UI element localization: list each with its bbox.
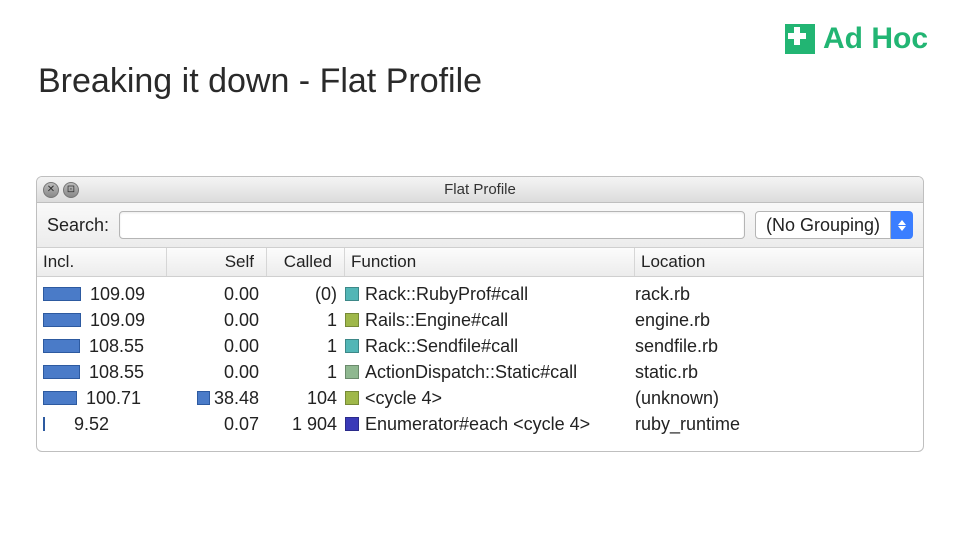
self-value: 0.00 — [224, 336, 259, 357]
cell-incl: 108.55 — [43, 336, 167, 357]
cell-incl: 109.09 — [43, 284, 167, 305]
incl-bar-icon — [43, 391, 77, 405]
self-value: 0.00 — [224, 284, 259, 305]
brand-name: Ad Hoc — [823, 22, 928, 56]
incl-value: 108.55 — [84, 336, 144, 357]
col-header-location[interactable]: Location — [635, 248, 923, 276]
cell-called: 1 904 — [267, 414, 345, 435]
table-row[interactable]: 108.55 0.00 1 ActionDispatch::Static#call st… — [43, 359, 917, 385]
function-name: Rails::Engine#call — [365, 310, 508, 331]
window-title: Flat Profile — [444, 181, 516, 198]
cell-function: Enumerator#each <cycle 4> — [345, 414, 635, 435]
self-value: 0.00 — [224, 310, 259, 331]
slide-title: Breaking it down - Flat Profile — [38, 62, 482, 101]
cell-incl: 100.71 — [43, 388, 167, 409]
incl-value: 100.71 — [81, 388, 141, 409]
function-swatch-icon — [345, 365, 359, 379]
incl-bar-icon — [43, 417, 45, 431]
cell-location: sendfile.rb — [635, 336, 917, 357]
cell-self: 0.07 — [167, 414, 267, 435]
incl-value: 9.52 — [49, 414, 109, 435]
incl-bar-icon — [43, 287, 81, 301]
table-body: 109.090.00(0)Rack::RubyProf#callrack.rb1… — [37, 277, 923, 451]
toolbar: Search: (No Grouping) — [37, 203, 923, 248]
col-header-called[interactable]: Called — [267, 248, 345, 276]
titlebar: ✕ ⊡ Flat Profile — [37, 177, 923, 203]
close-button[interactable]: ✕ — [43, 182, 59, 198]
cell-location: engine.rb — [635, 310, 917, 331]
function-name: Enumerator#each <cycle 4> — [365, 414, 590, 435]
self-bar-icon — [197, 391, 210, 405]
function-name: <cycle 4> — [365, 388, 442, 409]
grouping-selected-label: (No Grouping) — [755, 211, 891, 239]
cell-self: 0.00 — [167, 362, 267, 383]
incl-value: 109.09 — [85, 284, 145, 305]
incl-value: 109.09 — [85, 310, 145, 331]
stepper-arrows-icon — [891, 211, 913, 239]
cell-self: 38.48 — [167, 388, 267, 409]
cell-function: Rack::Sendfile#call — [345, 336, 635, 357]
function-swatch-icon — [345, 417, 359, 431]
titlebar-controls: ✕ ⊡ — [43, 182, 79, 198]
cell-called: 104 — [267, 388, 345, 409]
cell-called: 1 — [267, 336, 345, 357]
search-label: Search: — [47, 215, 109, 236]
cell-incl: 109.09 — [43, 310, 167, 331]
cell-function: Rails::Engine#call — [345, 310, 635, 331]
cell-self: 0.00 — [167, 310, 267, 331]
table-row[interactable]: 9.52 0.07 1 904 Enumerator#each <cycle 4> ru… — [43, 411, 917, 437]
window-button-2[interactable]: ⊡ — [63, 182, 79, 198]
incl-bar-icon — [43, 339, 80, 353]
function-name: ActionDispatch::Static#call — [365, 362, 577, 383]
incl-bar-icon — [43, 313, 81, 327]
cell-location: (unknown) — [635, 388, 917, 409]
table-row[interactable]: 100.71 38.48 104 <cycle 4> (unknown) — [43, 385, 917, 411]
table-header: Incl. Self Called Function Location — [37, 248, 923, 277]
col-header-function[interactable]: Function — [345, 248, 635, 276]
cell-called: (0) — [267, 284, 345, 305]
cell-incl: 108.55 — [43, 362, 167, 383]
incl-bar-icon — [43, 365, 80, 379]
grouping-select[interactable]: (No Grouping) — [755, 211, 913, 239]
brand-logo: Ad Hoc — [785, 22, 928, 56]
function-name: Rack::Sendfile#call — [365, 336, 518, 357]
cell-incl: 9.52 — [43, 414, 167, 435]
self-value: 0.07 — [224, 414, 259, 435]
cell-function: ActionDispatch::Static#call — [345, 362, 635, 383]
cell-called: 1 — [267, 310, 345, 331]
table-row[interactable]: 108.55 0.00 1 Rack::Sendfile#call sendfile.r… — [43, 333, 917, 359]
table-row[interactable]: 109.09 0.00 (0) Rack::RubyProf#call rack.rb — [43, 281, 917, 307]
incl-value: 108.55 — [84, 362, 144, 383]
function-name: Rack::RubyProf#call — [365, 284, 528, 305]
cell-location: rack.rb — [635, 284, 917, 305]
function-swatch-icon — [345, 287, 359, 301]
col-header-self[interactable]: Self — [167, 248, 267, 276]
cell-location: ruby_runtime — [635, 414, 917, 435]
search-input[interactable] — [119, 211, 745, 239]
table-row[interactable]: 109.09 0.00 1 Rails::Engine#call engine.rb — [43, 307, 917, 333]
function-swatch-icon — [345, 339, 359, 353]
cell-self: 0.00 — [167, 284, 267, 305]
cell-called: 1 — [267, 362, 345, 383]
self-value: 0.00 — [224, 362, 259, 383]
cell-function: <cycle 4> — [345, 388, 635, 409]
cell-function: Rack::RubyProf#call — [345, 284, 635, 305]
col-header-incl[interactable]: Incl. — [37, 248, 167, 276]
profiler-window: ✕ ⊡ Flat Profile Search: (No Grouping) I… — [36, 176, 924, 452]
function-swatch-icon — [345, 391, 359, 405]
brand-mark-icon — [785, 24, 815, 54]
cell-self: 0.00 — [167, 336, 267, 357]
function-swatch-icon — [345, 313, 359, 327]
self-value: 38.48 — [214, 388, 259, 409]
cell-location: static.rb — [635, 362, 917, 383]
